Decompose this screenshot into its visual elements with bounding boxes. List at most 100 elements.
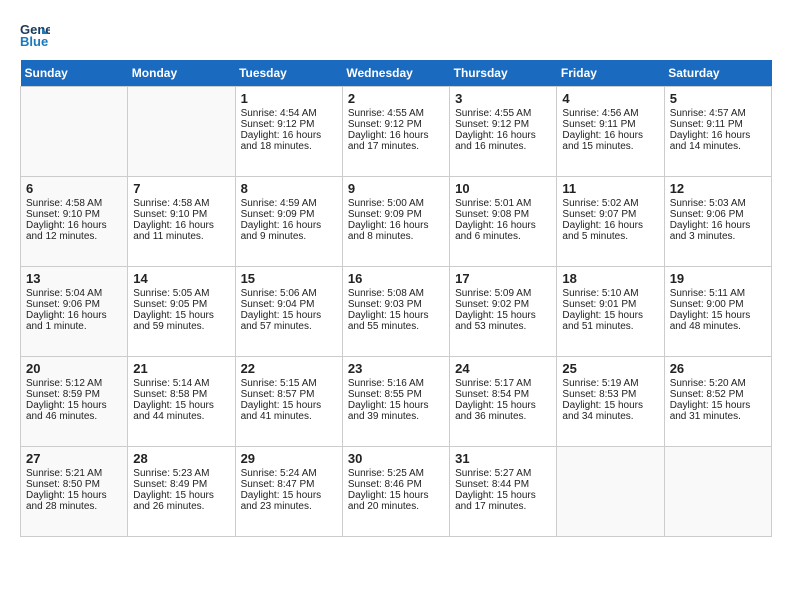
calendar-cell: 30 Sunrise: 5:25 AMSunset: 8:46 PMDayligh…: [342, 447, 449, 537]
day-info-line: Sunset: 8:47 PM: [241, 479, 337, 490]
day-info-line: Sunrise: 5:12 AM: [26, 378, 122, 389]
day-number: 19: [670, 271, 766, 286]
day-info-line: Daylight: 16 hours and 1 minute.: [26, 310, 122, 332]
day-info-line: Sunset: 8:46 PM: [348, 479, 444, 490]
day-info-line: Sunrise: 5:09 AM: [455, 288, 551, 299]
day-number: 27: [26, 451, 122, 466]
day-info-line: Sunset: 9:11 PM: [562, 119, 658, 130]
svg-text:Blue: Blue: [20, 34, 48, 49]
day-number: 4: [562, 91, 658, 106]
day-info-line: Sunrise: 4:55 AM: [455, 108, 551, 119]
day-info-line: Sunset: 9:10 PM: [26, 209, 122, 220]
day-number: 3: [455, 91, 551, 106]
calendar-cell: 4Sunrise: 4:56 AMSunset: 9:11 PMDaylight…: [557, 87, 664, 177]
calendar-cell: 22Sunrise: 5:15 AMSunset: 8:57 PMDayligh…: [235, 357, 342, 447]
day-info-line: Sunset: 8:52 PM: [670, 389, 766, 400]
day-info-line: Sunrise: 5:15 AM: [241, 378, 337, 389]
day-number: 30: [348, 451, 444, 466]
day-info-line: Daylight: 15 hours and 36 minutes.: [455, 400, 551, 422]
day-number: 5: [670, 91, 766, 106]
logo-icon: General Blue: [20, 20, 50, 50]
day-info-line: Sunset: 9:06 PM: [670, 209, 766, 220]
calendar-cell: 7Sunrise: 4:58 AMSunset: 9:10 PMDaylight…: [128, 177, 235, 267]
day-info-line: Sunrise: 5:05 AM: [133, 288, 229, 299]
weekday-header-friday: Friday: [557, 60, 664, 87]
day-info-line: Sunset: 9:04 PM: [241, 299, 337, 310]
logo: General Blue: [20, 20, 54, 50]
day-info-line: Sunrise: 4:58 AM: [133, 198, 229, 209]
day-info-line: Sunrise: 5:03 AM: [670, 198, 766, 209]
day-info-line: Daylight: 15 hours and 20 minutes.: [348, 490, 444, 512]
day-info-line: Sunrise: 5:19 AM: [562, 378, 658, 389]
day-info-line: Sunrise: 4:57 AM: [670, 108, 766, 119]
day-number: 2: [348, 91, 444, 106]
day-info-line: Daylight: 15 hours and 23 minutes.: [241, 490, 337, 512]
day-info-line: Daylight: 16 hours and 14 minutes.: [670, 130, 766, 152]
day-number: 15: [241, 271, 337, 286]
day-info-line: Daylight: 15 hours and 31 minutes.: [670, 400, 766, 422]
day-info-line: Daylight: 15 hours and 28 minutes.: [26, 490, 122, 512]
day-number: 6: [26, 181, 122, 196]
day-info-line: Daylight: 15 hours and 59 minutes.: [133, 310, 229, 332]
day-info-line: Sunrise: 5:06 AM: [241, 288, 337, 299]
calendar-cell: 29Sunrise: 5:24 AMSunset: 8:47 PMDayligh…: [235, 447, 342, 537]
day-info-line: Sunrise: 5:23 AM: [133, 468, 229, 479]
day-info-line: Daylight: 15 hours and 53 minutes.: [455, 310, 551, 332]
day-number: 12: [670, 181, 766, 196]
day-info-line: Sunset: 9:01 PM: [562, 299, 658, 310]
day-info-line: Sunset: 9:07 PM: [562, 209, 658, 220]
calendar-cell: 26Sunrise: 5:20 AMSunset: 8:52 PMDayligh…: [664, 357, 771, 447]
day-info-line: Sunset: 8:54 PM: [455, 389, 551, 400]
weekday-header-tuesday: Tuesday: [235, 60, 342, 87]
calendar-cell: 25Sunrise: 5:19 AMSunset: 8:53 PMDayligh…: [557, 357, 664, 447]
day-info-line: Sunset: 8:58 PM: [133, 389, 229, 400]
day-info-line: Sunrise: 5:25 AM: [348, 468, 444, 479]
day-info-line: Sunrise: 4:55 AM: [348, 108, 444, 119]
day-info-line: Daylight: 15 hours and 55 minutes.: [348, 310, 444, 332]
day-number: 31: [455, 451, 551, 466]
calendar-cell: 18Sunrise: 5:10 AMSunset: 9:01 PMDayligh…: [557, 267, 664, 357]
calendar-cell: 28Sunrise: 5:23 AMSunset: 8:49 PMDayligh…: [128, 447, 235, 537]
page-header: General Blue: [20, 20, 772, 50]
day-info-line: Sunset: 9:02 PM: [455, 299, 551, 310]
calendar-cell: [664, 447, 771, 537]
day-info-line: Sunrise: 5:27 AM: [455, 468, 551, 479]
day-info-line: Daylight: 16 hours and 9 minutes.: [241, 220, 337, 242]
calendar-cell: 31Sunrise: 5:27 AMSunset: 8:44 PMDayligh…: [450, 447, 557, 537]
calendar-cell: 15 Sunrise: 5:06 AMSunset: 9:04 PMDayligh…: [235, 267, 342, 357]
day-info-line: Sunset: 9:00 PM: [670, 299, 766, 310]
day-number: 7: [133, 181, 229, 196]
calendar-cell: 6Sunrise: 4:58 AMSunset: 9:10 PMDaylight…: [21, 177, 128, 267]
day-info-line: Sunset: 9:09 PM: [241, 209, 337, 220]
day-info-line: Sunset: 9:09 PM: [348, 209, 444, 220]
day-info-line: Daylight: 16 hours and 11 minutes.: [133, 220, 229, 242]
calendar-cell: 13Sunrise: 5:04 AMSunset: 9:06 PMDayligh…: [21, 267, 128, 357]
calendar-cell: 21Sunrise: 5:14 AMSunset: 8:58 PMDayligh…: [128, 357, 235, 447]
calendar-cell: 17Sunrise: 5:09 AMSunset: 9:02 PMDayligh…: [450, 267, 557, 357]
day-number: 25: [562, 361, 658, 376]
calendar-cell: 11Sunrise: 5:02 AMSunset: 9:07 PMDayligh…: [557, 177, 664, 267]
day-info-line: Daylight: 15 hours and 57 minutes.: [241, 310, 337, 332]
day-info-line: Daylight: 16 hours and 17 minutes.: [348, 130, 444, 152]
calendar-table: SundayMondayTuesdayWednesdayThursdayFrid…: [20, 60, 772, 537]
day-info-line: Sunrise: 5:24 AM: [241, 468, 337, 479]
calendar-cell: 5Sunrise: 4:57 AMSunset: 9:11 PMDaylight…: [664, 87, 771, 177]
day-info-line: Sunset: 9:08 PM: [455, 209, 551, 220]
day-info-line: Daylight: 15 hours and 48 minutes.: [670, 310, 766, 332]
calendar-cell: 8Sunrise: 4:59 AMSunset: 9:09 PMDaylight…: [235, 177, 342, 267]
day-info-line: Daylight: 16 hours and 18 minutes.: [241, 130, 337, 152]
day-info-line: Sunset: 8:50 PM: [26, 479, 122, 490]
day-number: 26: [670, 361, 766, 376]
day-info-line: Sunrise: 5:01 AM: [455, 198, 551, 209]
day-info-line: Sunset: 9:12 PM: [241, 119, 337, 130]
day-info-line: Sunset: 8:49 PM: [133, 479, 229, 490]
day-info-line: Daylight: 15 hours and 51 minutes.: [562, 310, 658, 332]
day-info-line: Sunrise: 4:54 AM: [241, 108, 337, 119]
day-number: 18: [562, 271, 658, 286]
day-info-line: Sunrise: 5:14 AM: [133, 378, 229, 389]
day-info-line: Daylight: 16 hours and 6 minutes.: [455, 220, 551, 242]
day-info-line: Sunset: 8:55 PM: [348, 389, 444, 400]
day-number: 14: [133, 271, 229, 286]
day-info-line: Daylight: 16 hours and 12 minutes.: [26, 220, 122, 242]
weekday-header-thursday: Thursday: [450, 60, 557, 87]
